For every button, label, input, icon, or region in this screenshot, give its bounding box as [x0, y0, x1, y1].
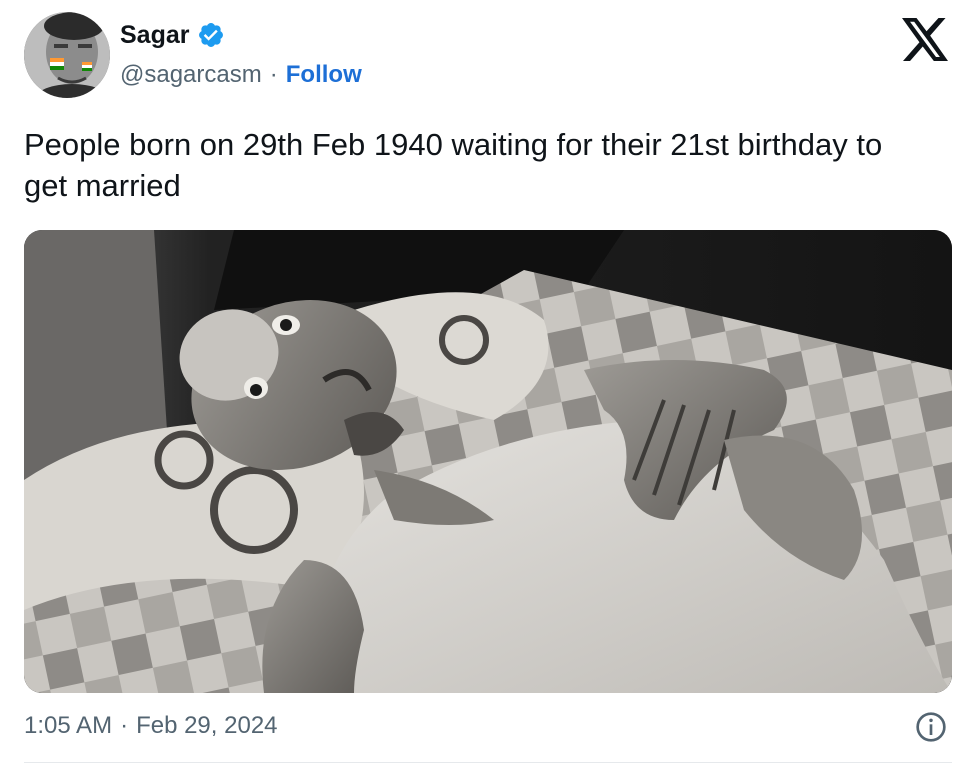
tweet-card: Sagar @sagarcasm · Follow People born on…: [0, 0, 974, 766]
tweet-date: Feb 29, 2024: [136, 712, 278, 739]
author-handle-row: @sagarcasm · Follow: [120, 60, 362, 90]
author-name-row: Sagar: [120, 20, 225, 50]
x-logo-icon[interactable]: [902, 18, 950, 62]
tweet-text: People born on 29th Feb 1940 waiting for…: [24, 127, 883, 203]
info-icon[interactable]: [915, 711, 947, 743]
timestamp-separator: ·: [120, 712, 129, 739]
tweet-time: 1:05 AM: [24, 712, 113, 739]
author-handle[interactable]: @sagarcasm: [120, 60, 262, 90]
avatar[interactable]: [24, 12, 110, 98]
tweet-timestamp[interactable]: 1:05 AM · Feb 29, 2024: [24, 710, 278, 742]
photo-image: [24, 230, 952, 693]
bottom-divider: [24, 762, 952, 763]
tweet-photo[interactable]: [24, 230, 952, 693]
verified-badge-icon: [197, 21, 225, 49]
handle-separator: ·: [269, 61, 278, 88]
avatar-image: [24, 12, 110, 98]
follow-button[interactable]: Follow: [286, 60, 362, 90]
author-display-name[interactable]: Sagar: [120, 20, 189, 50]
